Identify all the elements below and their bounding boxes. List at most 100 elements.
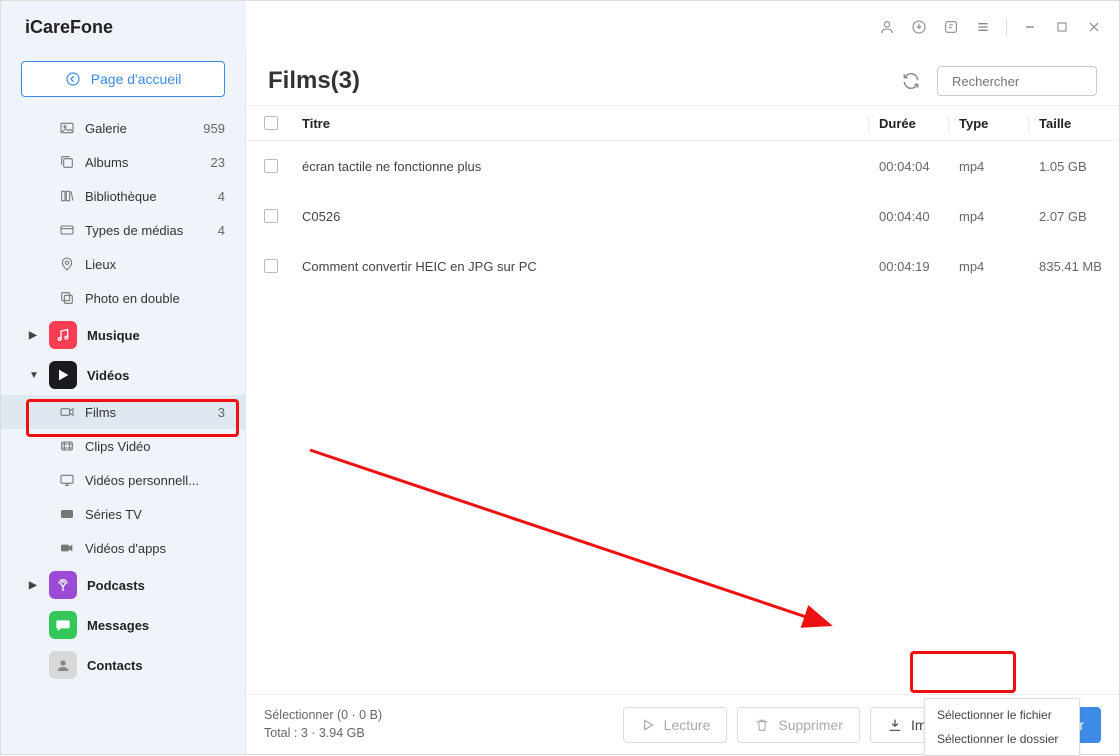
selection-info: Sélectionner (0 · 0 B)	[264, 707, 613, 725]
row-checkbox[interactable]	[264, 209, 278, 223]
albums-icon	[59, 154, 77, 170]
row-checkbox[interactable]	[264, 159, 278, 173]
home-button[interactable]: Page d'accueil	[21, 61, 225, 97]
sidebar-sub-clips[interactable]: Clips Vidéo	[1, 429, 245, 463]
import-dropdown: Sélectionner le fichier Sélectionner le …	[924, 698, 1080, 756]
places-icon	[59, 256, 77, 272]
feedback-icon[interactable]	[936, 12, 966, 42]
sidebar-item-types-medias[interactable]: Types de médias 4	[1, 213, 245, 247]
sidebar-cat-label: Podcasts	[87, 578, 225, 593]
select-all-checkbox[interactable]	[264, 116, 278, 130]
sidebar-cat-label: Musique	[87, 328, 225, 343]
delete-button[interactable]: Supprimer	[737, 707, 860, 743]
table-header: Titre Durée Type Taille	[246, 105, 1119, 141]
media-types-icon	[59, 222, 77, 238]
cell-size: 835.41 MB	[1029, 259, 1119, 274]
page-title: Films(3)	[268, 67, 885, 95]
tv-icon	[59, 506, 77, 522]
refresh-button[interactable]	[895, 65, 927, 97]
sidebar-item-albums[interactable]: Albums 23	[1, 145, 245, 179]
col-header-type[interactable]: Type	[949, 116, 1029, 131]
sidebar-cat-contacts[interactable]: ▶ Contacts	[1, 645, 245, 685]
contacts-icon	[49, 651, 77, 679]
back-arrow-icon	[65, 71, 81, 87]
gallery-icon	[59, 120, 77, 136]
sidebar-item-count: 959	[197, 121, 225, 136]
search-input[interactable]	[952, 74, 1120, 89]
sidebar-sub-appsvideo[interactable]: Vidéos d'apps	[1, 531, 245, 565]
table-row[interactable]: Comment convertir HEIC en JPG sur PC 00:…	[246, 241, 1119, 291]
sidebar-sub-films[interactable]: Films 3	[1, 395, 245, 429]
sidebar-item-label: Albums	[85, 155, 205, 170]
main-panel: Films(3) Titre Durée Type Taille écr	[246, 53, 1119, 754]
sidebar-sub-series[interactable]: Séries TV	[1, 497, 245, 531]
videos-icon	[49, 361, 77, 389]
monitor-icon	[59, 472, 77, 488]
col-header-duration[interactable]: Durée	[869, 116, 949, 131]
library-icon	[59, 188, 77, 204]
table-row[interactable]: C0526 00:04:40 mp4 2.07 GB	[246, 191, 1119, 241]
play-icon	[640, 717, 656, 733]
sidebar-item-bibliotheque[interactable]: Bibliothèque 4	[1, 179, 245, 213]
sidebar-item-label: Vidéos d'apps	[85, 541, 225, 556]
minimize-icon[interactable]	[1015, 12, 1045, 42]
sidebar-item-label: Lieux	[85, 257, 225, 272]
sidebar-cat-messages[interactable]: ▶ Messages	[1, 605, 245, 645]
play-button[interactable]: Lecture	[623, 707, 728, 743]
play-label: Lecture	[664, 717, 711, 733]
cell-type: mp4	[949, 209, 1029, 224]
sidebar-cat-podcasts[interactable]: ▶ Podcasts	[1, 565, 245, 605]
maximize-icon[interactable]	[1047, 12, 1077, 42]
cell-size: 1.05 GB	[1029, 159, 1119, 174]
sidebar-item-label: Photo en double	[85, 291, 225, 306]
cell-duration: 00:04:04	[869, 159, 949, 174]
sidebar-cat-label: Vidéos	[87, 368, 225, 383]
sidebar-cat-label: Messages	[87, 618, 225, 633]
sidebar-item-label: Vidéos personnell...	[85, 473, 225, 488]
chevron-right-icon: ▶	[29, 330, 39, 341]
sidebar-cat-label: Contacts	[87, 658, 225, 673]
clip-icon	[59, 438, 77, 454]
chevron-down-icon: ▼	[29, 370, 39, 381]
sidebar-item-label: Galerie	[85, 121, 197, 136]
cell-title: écran tactile ne fonctionne plus	[296, 159, 869, 174]
dropdown-item-folder[interactable]: Sélectionner le dossier	[925, 727, 1079, 751]
search-box[interactable]	[937, 66, 1097, 96]
separator	[1006, 18, 1007, 36]
trash-icon	[754, 717, 770, 733]
app-title: iCareFone	[25, 17, 113, 38]
account-icon[interactable]	[872, 12, 902, 42]
music-icon	[49, 321, 77, 349]
sidebar-item-label: Bibliothèque	[85, 189, 212, 204]
sidebar-cat-videos[interactable]: ▼ Vidéos	[1, 355, 245, 395]
cell-type: mp4	[949, 259, 1029, 274]
sidebar-item-count: 23	[205, 155, 225, 170]
menu-icon[interactable]	[968, 12, 998, 42]
home-button-label: Page d'accueil	[91, 71, 182, 87]
cell-duration: 00:04:19	[869, 259, 949, 274]
duplicate-icon	[59, 290, 77, 306]
import-icon	[887, 717, 903, 733]
total-info: Total : 3 · 3.94 GB	[264, 725, 613, 743]
sidebar-item-count: 4	[212, 189, 225, 204]
sidebar-item-count: 4	[212, 223, 225, 238]
sidebar-item-galerie[interactable]: Galerie 959	[1, 111, 245, 145]
col-header-title[interactable]: Titre	[296, 116, 869, 131]
cell-title: Comment convertir HEIC en JPG sur PC	[296, 259, 869, 274]
dropdown-item-file[interactable]: Sélectionner le fichier	[925, 703, 1079, 727]
chevron-right-icon: ▶	[29, 580, 39, 591]
sidebar-item-label: Clips Vidéo	[85, 439, 225, 454]
col-header-size[interactable]: Taille	[1029, 116, 1119, 131]
sidebar-item-photo-double[interactable]: Photo en double	[1, 281, 245, 315]
cell-duration: 00:04:40	[869, 209, 949, 224]
table-row[interactable]: écran tactile ne fonctionne plus 00:04:0…	[246, 141, 1119, 191]
sidebar-item-lieux[interactable]: Lieux	[1, 247, 245, 281]
sidebar-item-label: Séries TV	[85, 507, 225, 522]
podcasts-icon	[49, 571, 77, 599]
row-checkbox[interactable]	[264, 259, 278, 273]
app-video-icon	[59, 540, 77, 556]
close-icon[interactable]	[1079, 12, 1109, 42]
sidebar-cat-musique[interactable]: ▶ Musique	[1, 315, 245, 355]
download-circle-icon[interactable]	[904, 12, 934, 42]
sidebar-sub-personal[interactable]: Vidéos personnell...	[1, 463, 245, 497]
